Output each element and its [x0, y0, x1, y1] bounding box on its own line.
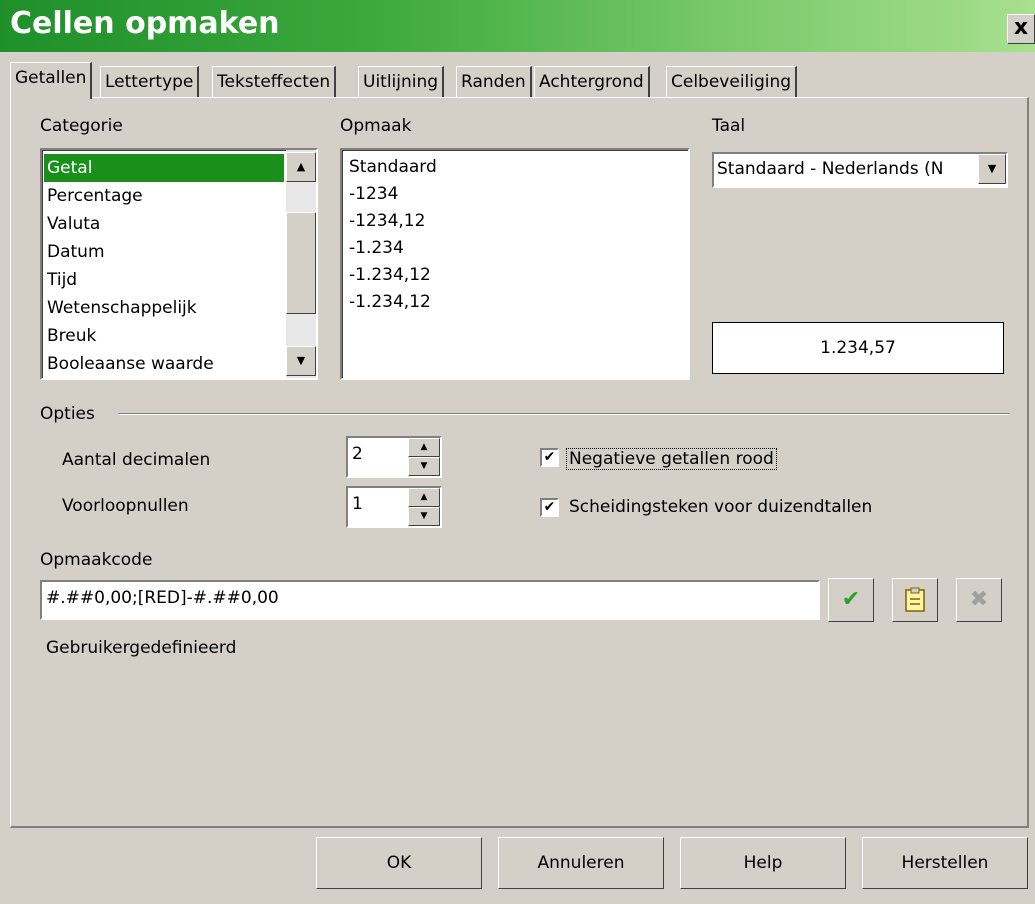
list-item[interactable]: Wetenschappelijk: [44, 294, 284, 322]
categorie-list[interactable]: Getal Percentage Valuta Datum Tijd Weten…: [40, 148, 318, 380]
spin-up-icon[interactable]: ▲: [408, 438, 440, 457]
decimalen-stepper[interactable]: 2 ▲ ▼: [346, 436, 442, 478]
decimalen-label: Aantal decimalen: [62, 450, 211, 470]
check-icon[interactable]: ✔: [828, 578, 874, 622]
voorloopnullen-value: 1: [352, 494, 363, 514]
list-item[interactable]: -1.234: [346, 235, 437, 262]
opmaakcode-input[interactable]: #.##0,00;[RED]-#.##0,00: [40, 580, 820, 620]
tab-teksteffecten[interactable]: Teksteffecten: [212, 66, 337, 97]
tab-randen[interactable]: Randen: [456, 66, 532, 97]
list-item[interactable]: -1234: [346, 181, 437, 208]
tab-achtergrond[interactable]: Achtergrond: [534, 66, 650, 97]
chevron-down-icon[interactable]: ▼: [978, 154, 1006, 184]
tab-getallen[interactable]: Getallen: [10, 62, 93, 99]
spin-up-icon[interactable]: ▲: [408, 488, 440, 507]
list-item[interactable]: Datum: [44, 238, 284, 266]
title-bar: Cellen opmaken x: [0, 0, 1035, 52]
x-icon[interactable]: ✖: [956, 578, 1002, 622]
dialog-title: Cellen opmaken: [10, 6, 280, 41]
list-item[interactable]: Booleaanse waarde: [44, 350, 284, 378]
categorie-scrollbar[interactable]: ▲ ▼: [286, 150, 316, 378]
spin-down-icon[interactable]: ▼: [408, 457, 440, 476]
decimalen-value: 2: [352, 444, 363, 464]
opmaakcode-comment: Gebruikergedefinieerd: [46, 638, 237, 658]
list-item[interactable]: Valuta: [44, 210, 284, 238]
list-item[interactable]: Standaard: [346, 154, 437, 181]
scroll-up-icon[interactable]: ▲: [286, 152, 316, 182]
list-item[interactable]: -1.234,12: [346, 289, 437, 316]
list-item[interactable]: Getal: [44, 154, 284, 182]
list-item[interactable]: -1.234,12: [346, 262, 437, 289]
list-item[interactable]: Breuk: [44, 322, 284, 350]
negatief-rood-checkbox[interactable]: ✔: [540, 448, 559, 467]
taal-value: Standaard - Nederlands (N: [717, 159, 944, 179]
taal-label: Taal: [712, 116, 746, 136]
help-button[interactable]: Help: [680, 837, 846, 889]
tab-uitlijning[interactable]: Uitlijning: [358, 66, 445, 97]
opties-divider: [118, 413, 1010, 415]
opmaakcode-label: Opmaakcode: [40, 550, 153, 570]
negatief-rood-label[interactable]: Negatieve getallen rood: [566, 448, 777, 470]
categorie-label: Categorie: [40, 116, 123, 136]
herstellen-button[interactable]: Herstellen: [862, 837, 1028, 889]
format-cells-dialog: Cellen opmaken x Getallen Lettertype Tek…: [0, 0, 1035, 904]
spin-down-icon[interactable]: ▼: [408, 507, 440, 526]
duizendtallen-checkbox[interactable]: ✔: [540, 498, 559, 517]
annuleren-button[interactable]: Annuleren: [498, 837, 664, 889]
note-icon[interactable]: [892, 578, 938, 622]
taal-select[interactable]: Standaard - Nederlands (N ▼: [712, 152, 1008, 188]
tab-lettertype[interactable]: Lettertype: [100, 66, 200, 97]
tab-celbeveiliging[interactable]: Celbeveiliging: [666, 66, 798, 97]
list-item[interactable]: -1234,12: [346, 208, 437, 235]
opmaakcode-value: #.##0,00;[RED]-#.##0,00: [46, 588, 279, 608]
opmaak-list[interactable]: Standaard -1234 -1234,12 -1.234 -1.234,1…: [340, 148, 690, 380]
list-item[interactable]: Tijd: [44, 266, 284, 294]
voorloopnullen-stepper[interactable]: 1 ▲ ▼: [346, 486, 442, 528]
duizendtallen-label[interactable]: Scheidingsteken voor duizendtallen: [569, 497, 872, 517]
scroll-thumb[interactable]: [286, 212, 316, 314]
opmaak-label: Opmaak: [340, 116, 412, 136]
list-item[interactable]: Percentage: [44, 182, 284, 210]
voorloopnullen-label: Voorloopnullen: [62, 496, 189, 516]
ok-button[interactable]: OK: [316, 837, 482, 889]
close-button[interactable]: x: [1007, 14, 1035, 44]
format-preview: 1.234,57: [712, 322, 1004, 374]
opties-label: Opties: [40, 404, 95, 424]
scroll-down-icon[interactable]: ▼: [286, 346, 316, 376]
